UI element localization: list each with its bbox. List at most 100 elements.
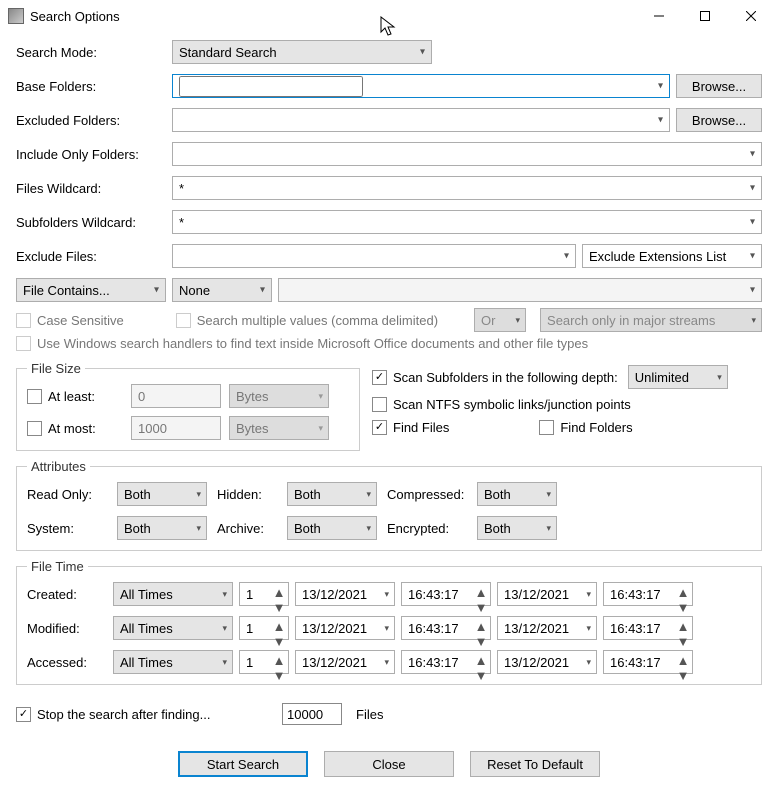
- at-least-units[interactable]: Bytes▾: [229, 384, 329, 408]
- chevron-down-icon: ▾: [516, 315, 521, 326]
- modified-date-to[interactable]: 13/12/2021▾: [497, 616, 597, 640]
- chevron-down-icon: ▾: [717, 372, 722, 383]
- chevron-down-icon: ▾: [318, 423, 323, 434]
- window-title: Search Options: [30, 9, 120, 24]
- stop-after-input[interactable]: [282, 703, 342, 725]
- stop-after-check[interactable]: ✓Stop the search after finding...: [16, 707, 276, 722]
- chevron-down-icon: ▾: [154, 285, 159, 296]
- scan-subfolders-check[interactable]: ✓Scan Subfolders in the following depth:: [372, 370, 618, 385]
- hidden-combo[interactable]: Both▾: [287, 482, 377, 506]
- file-contains-text[interactable]: ▾: [278, 278, 762, 302]
- chevron-down-icon: ▾: [546, 489, 551, 500]
- chevron-down-icon: ▾: [658, 115, 663, 126]
- chevron-down-icon: ▾: [750, 149, 755, 160]
- system-combo[interactable]: Both▾: [117, 516, 207, 540]
- search-mode-label: Search Mode:: [16, 45, 166, 60]
- minimize-button[interactable]: [636, 1, 682, 31]
- created-num[interactable]: 1▲▼: [239, 582, 289, 606]
- created-date-from[interactable]: 13/12/2021▾: [295, 582, 395, 606]
- excluded-folders-label: Excluded Folders:: [16, 113, 166, 128]
- file-contains-combo[interactable]: File Contains...▾: [16, 278, 166, 302]
- created-date-to[interactable]: 13/12/2021▾: [497, 582, 597, 606]
- chevron-down-icon: ▾: [260, 285, 265, 296]
- depth-combo[interactable]: Unlimited▾: [628, 365, 728, 389]
- chevron-down-icon: ▾: [366, 489, 371, 500]
- title-bar: Search Options: [0, 0, 778, 32]
- accessed-range[interactable]: All Times▾: [113, 650, 233, 674]
- excluded-folders-combo[interactable]: ▾: [172, 108, 670, 132]
- chevron-down-icon: ▾: [546, 523, 551, 534]
- created-time-to[interactable]: 16:43:17▲▼: [603, 582, 693, 606]
- chevron-down-icon: ▾: [222, 589, 227, 600]
- compressed-combo[interactable]: Both▾: [477, 482, 557, 506]
- down-icon[interactable]: ▼: [273, 600, 286, 615]
- app-icon: [8, 8, 24, 24]
- archive-combo[interactable]: Both▾: [287, 516, 377, 540]
- created-label: Created:: [27, 587, 107, 602]
- chevron-down-icon: ▾: [196, 523, 201, 534]
- close-button[interactable]: [728, 1, 774, 31]
- exclude-extensions-combo[interactable]: Exclude Extensions List▾: [582, 244, 762, 268]
- modified-time-from[interactable]: 16:43:17▲▼: [401, 616, 491, 640]
- created-range[interactable]: All Times▾: [113, 582, 233, 606]
- close-button-footer[interactable]: Close: [324, 751, 454, 777]
- files-wildcard-combo[interactable]: *▾: [172, 176, 762, 200]
- modified-date-from[interactable]: 13/12/2021▾: [295, 616, 395, 640]
- at-least-input[interactable]: 0: [131, 384, 221, 408]
- include-only-combo[interactable]: ▾: [172, 142, 762, 166]
- accessed-time-from[interactable]: 16:43:17▲▼: [401, 650, 491, 674]
- chevron-down-icon: ▾: [384, 623, 389, 634]
- chevron-down-icon: ▾: [750, 183, 755, 194]
- scan-ntfs-check[interactable]: Scan NTFS symbolic links/junction points: [372, 397, 631, 412]
- modified-range[interactable]: All Times▾: [113, 616, 233, 640]
- modified-num[interactable]: 1▲▼: [239, 616, 289, 640]
- readonly-combo[interactable]: Both▾: [117, 482, 207, 506]
- accessed-num[interactable]: 1▲▼: [239, 650, 289, 674]
- at-most-units[interactable]: Bytes▾: [229, 416, 329, 440]
- at-most-input[interactable]: 1000: [131, 416, 221, 440]
- subfolders-wildcard-combo[interactable]: *▾: [172, 210, 762, 234]
- chevron-down-icon: ▾: [586, 589, 591, 600]
- file-contains-mode-combo[interactable]: None▾: [172, 278, 272, 302]
- at-least-check[interactable]: At least:: [27, 389, 123, 404]
- base-folders-combo[interactable]: ▾: [172, 74, 670, 98]
- file-time-legend: File Time: [27, 559, 88, 574]
- start-search-button[interactable]: Start Search: [178, 751, 308, 777]
- modified-time-to[interactable]: 16:43:17▲▼: [603, 616, 693, 640]
- accessed-date-to[interactable]: 13/12/2021▾: [497, 650, 597, 674]
- file-size-legend: File Size: [27, 361, 85, 376]
- major-streams-combo[interactable]: Search only in major streams▾: [540, 308, 762, 332]
- archive-label: Archive:: [207, 521, 287, 536]
- reset-button[interactable]: Reset To Default: [470, 751, 600, 777]
- created-time-from[interactable]: 16:43:17▲▼: [401, 582, 491, 606]
- accessed-time-to[interactable]: 16:43:17▲▼: [603, 650, 693, 674]
- chevron-down-icon: ▾: [222, 623, 227, 634]
- up-icon[interactable]: ▲: [273, 585, 286, 600]
- chevron-down-icon: ▾: [586, 657, 591, 668]
- chevron-down-icon: ▾: [420, 47, 425, 58]
- encrypted-label: Encrypted:: [377, 521, 477, 536]
- at-most-check[interactable]: At most:: [27, 421, 123, 436]
- find-files-check[interactable]: ✓Find Files: [372, 420, 449, 435]
- encrypted-combo[interactable]: Both▾: [477, 516, 557, 540]
- chevron-down-icon: ▾: [750, 251, 755, 262]
- accessed-date-from[interactable]: 13/12/2021▾: [295, 650, 395, 674]
- or-combo[interactable]: Or▾: [474, 308, 526, 332]
- chevron-down-icon: ▾: [366, 523, 371, 534]
- exclude-files-label: Exclude Files:: [16, 249, 166, 264]
- readonly-label: Read Only:: [27, 487, 117, 502]
- chevron-down-icon: ▾: [384, 657, 389, 668]
- chevron-down-icon: ▾: [384, 589, 389, 600]
- hidden-label: Hidden:: [207, 487, 287, 502]
- browse-excluded-button[interactable]: Browse...: [676, 108, 762, 132]
- base-folders-input[interactable]: [179, 76, 363, 97]
- search-mode-combo[interactable]: Standard Search▾: [172, 40, 432, 64]
- multi-values-check[interactable]: Search multiple values (comma delimited): [176, 313, 438, 328]
- files-wildcard-label: Files Wildcard:: [16, 181, 166, 196]
- find-folders-check[interactable]: Find Folders: [539, 420, 632, 435]
- maximize-button[interactable]: [682, 1, 728, 31]
- browse-base-button[interactable]: Browse...: [676, 74, 762, 98]
- case-sensitive-check[interactable]: Case Sensitive: [16, 313, 124, 328]
- exclude-files-combo[interactable]: ▾: [172, 244, 576, 268]
- win-handlers-check[interactable]: Use Windows search handlers to find text…: [16, 336, 588, 351]
